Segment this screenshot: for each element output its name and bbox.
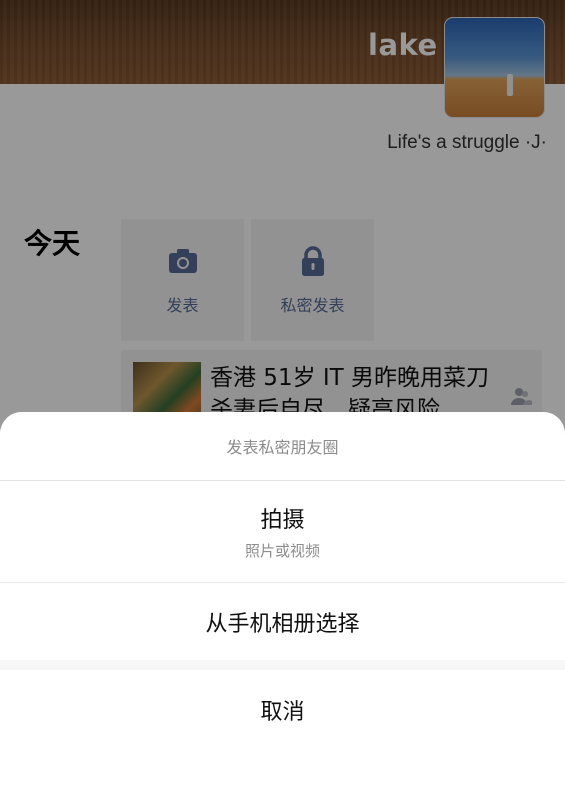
shoot-option-sublabel: 照片或视频	[244, 542, 320, 560]
action-sheet-header: 发表私密朋友圈	[0, 412, 565, 481]
shoot-option[interactable]: 拍摄 照片或视频	[0, 481, 565, 583]
action-sheet-title: 发表私密朋友圈	[226, 438, 339, 457]
choose-from-album-label: 从手机相册选择	[205, 611, 360, 637]
shoot-option-label: 拍摄	[260, 508, 305, 533]
cancel-button-label: 取消	[260, 700, 305, 725]
choose-from-album-option[interactable]: 从手机相册选择	[0, 583, 565, 660]
action-sheet: 发表私密朋友圈 拍摄 照片或视频 从手机相册选择 取消	[0, 412, 565, 800]
cancel-button[interactable]: 取消	[0, 670, 565, 800]
